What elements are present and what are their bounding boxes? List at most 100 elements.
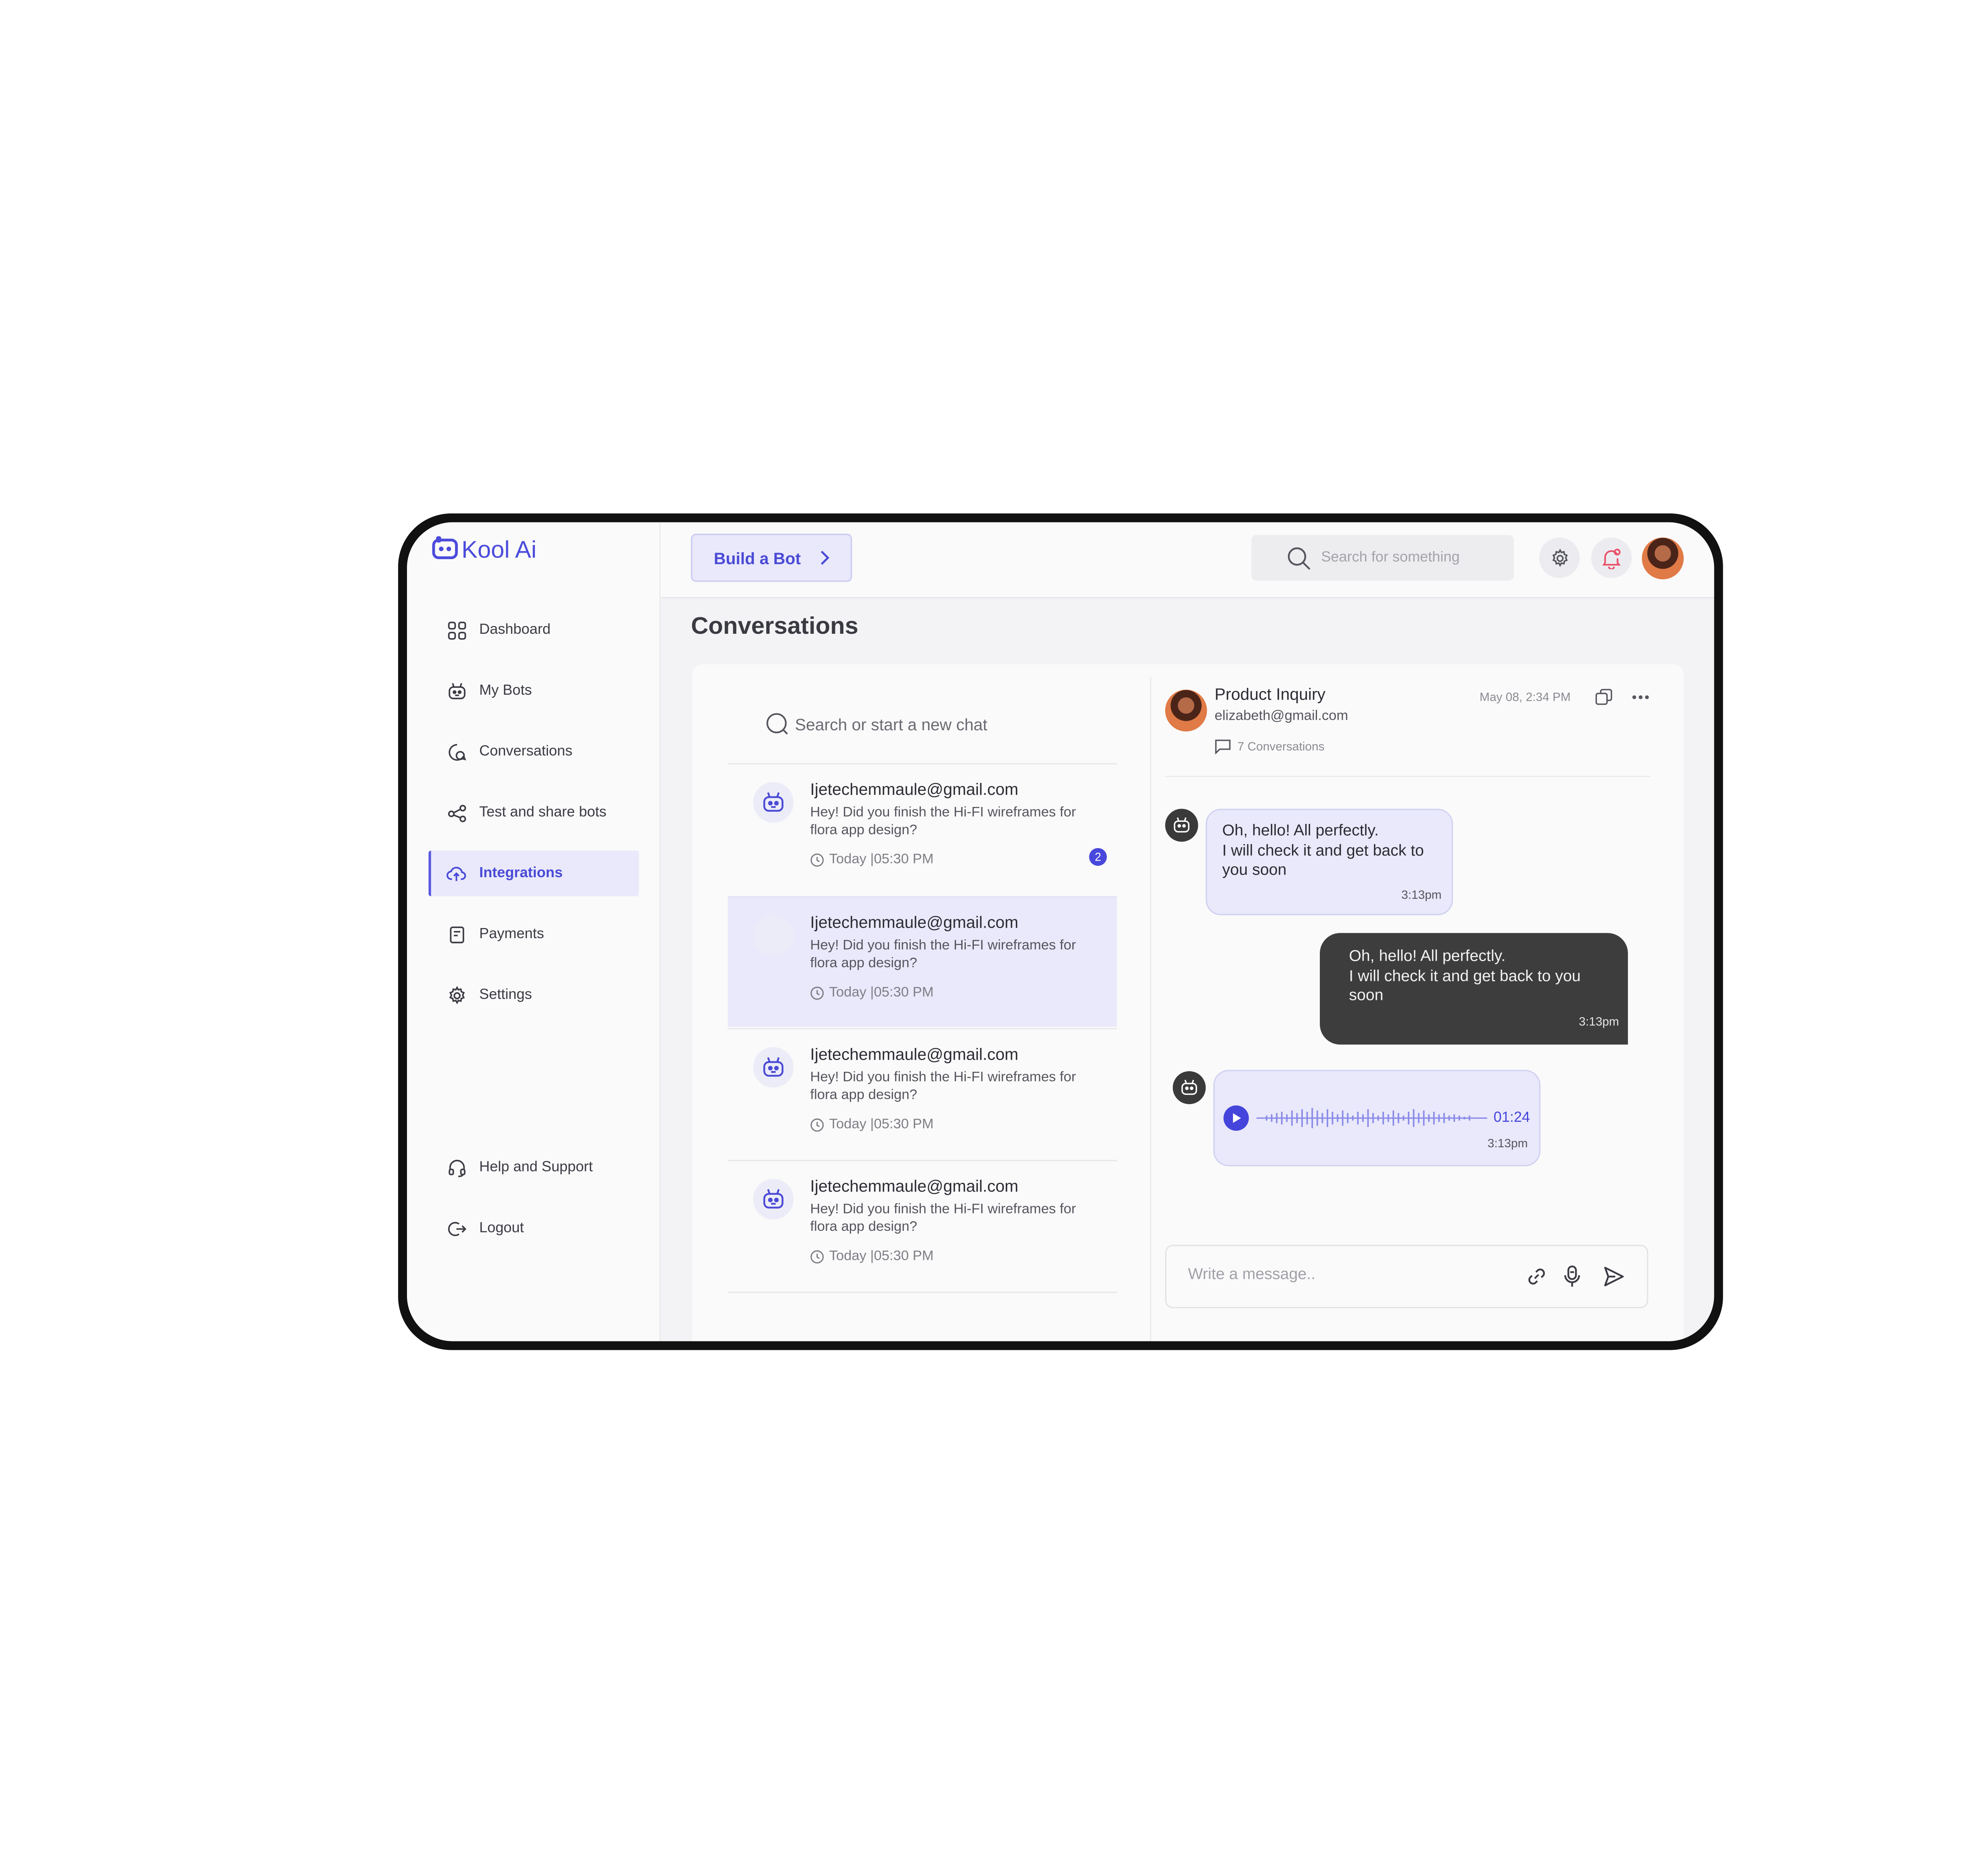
audio-message-bubble: 01:24 3:13pm (1213, 1070, 1541, 1167)
bot-avatar (753, 782, 794, 823)
play-button[interactable] (1223, 1105, 1249, 1131)
audio-duration: 01:24 (1493, 1110, 1530, 1126)
gear-icon (446, 985, 466, 1005)
sidebar-item-my-bots[interactable]: My Bots (428, 668, 636, 714)
bot-icon (1173, 816, 1191, 834)
sidebar-item-label: Test and share bots (479, 805, 607, 820)
clock-icon (810, 986, 824, 1000)
sidebar-item-payments[interactable]: Payments (428, 912, 636, 957)
chat-date: May 08, 2:34 PM (1479, 691, 1571, 705)
profile-avatar[interactable] (1642, 537, 1684, 580)
bot-avatar (753, 1179, 794, 1220)
sidebar-item-label: My Bots (479, 683, 532, 699)
share-icon (446, 803, 466, 823)
gear-icon (1550, 548, 1569, 567)
conversation-time-text: Today |05:30 PM (829, 1117, 934, 1132)
sidebar-item-conversations[interactable]: Conversations (428, 729, 636, 775)
conversations-card: Search or start a new chat Ijetechemmaul… (692, 664, 1684, 1341)
search-icon (1287, 546, 1311, 570)
message-input[interactable] (1185, 1264, 1483, 1285)
message-bubble-user: Oh, hello! All perfectly. I will check i… (1320, 933, 1628, 1045)
bot-avatar (1165, 809, 1198, 842)
chevron-right-icon (818, 550, 829, 566)
sidebar-item-dashboard[interactable]: Dashboard (428, 607, 636, 653)
page-title: Conversations (691, 613, 858, 640)
cloud-icon (446, 863, 466, 884)
top-search-placeholder: Search for something (1321, 550, 1460, 566)
sidebar-item-test-share[interactable]: Test and share bots (428, 790, 636, 835)
microphone-icon[interactable] (1562, 1265, 1582, 1288)
comment-icon (1214, 739, 1231, 754)
clock-icon (810, 1249, 824, 1264)
chat-search-input[interactable]: Search or start a new chat (766, 712, 988, 736)
grid-icon (446, 620, 466, 640)
audio-waveform[interactable] (1256, 1106, 1487, 1129)
sidebar-item-label: Conversations (479, 744, 572, 760)
bot-icon (762, 1188, 785, 1211)
chat-email: elizabeth@gmail.com (1214, 708, 1348, 724)
message-time: 3:13pm (1579, 1014, 1619, 1029)
message-composer (1165, 1245, 1648, 1308)
bell-icon (1601, 547, 1621, 569)
sidebar-item-label: Integrations (479, 865, 563, 881)
conversation-item[interactable]: Ijetechemmaule@gmail.com Hey! Did you fi… (728, 763, 1117, 893)
conversation-time: Today |05:30 PM (810, 852, 934, 867)
bot-icon (762, 791, 785, 814)
conversation-email: Ijetechemmaule@gmail.com (810, 1176, 1019, 1196)
top-bar: Build a Bot Search for something (661, 522, 1714, 599)
sidebar-item-logout[interactable]: Logout (428, 1205, 636, 1251)
app-screen: Kool Ai Dashboard My Bots Conversations … (407, 522, 1714, 1341)
send-icon[interactable] (1602, 1265, 1625, 1288)
conversation-preview: Hey! Did you finish the Hi-FI wireframes… (810, 938, 1076, 971)
conversation-time-text: Today |05:30 PM (829, 985, 934, 1000)
logout-icon (446, 1218, 466, 1238)
chat-search-placeholder: Search or start a new chat (795, 714, 988, 733)
logo-bot-icon (431, 534, 459, 569)
sidebar: Kool Ai Dashboard My Bots Conversations … (407, 522, 661, 1341)
play-icon (1230, 1112, 1242, 1124)
sidebar-item-help[interactable]: Help and Support (428, 1145, 636, 1190)
sidebar-item-label: Dashboard (479, 622, 551, 638)
chat-icon (446, 742, 466, 762)
more-icon[interactable] (1632, 688, 1650, 706)
sidebar-item-label: Settings (479, 987, 532, 1003)
link-icon[interactable] (1525, 1265, 1548, 1288)
receipt-icon (446, 924, 466, 944)
message-time: 3:13pm (1401, 888, 1442, 902)
logo[interactable]: Kool Ai (431, 534, 537, 569)
bot-icon (762, 1056, 785, 1079)
settings-button[interactable] (1539, 537, 1580, 578)
bot-icon (1181, 1079, 1198, 1096)
chat-conversations-count: 7 Conversations (1214, 739, 1325, 754)
message-text: Oh, hello! All perfectly. I will check i… (1349, 947, 1581, 1004)
top-search-input[interactable]: Search for something (1251, 535, 1514, 581)
sidebar-item-settings[interactable]: Settings (428, 972, 636, 1018)
message-bubble-bot: Oh, hello! All perfectly. I will check i… (1206, 809, 1453, 916)
sidebar-item-label: Help and Support (479, 1160, 593, 1176)
conversation-time-text: Today |05:30 PM (829, 852, 934, 867)
conversation-time: Today |05:30 PM (810, 1249, 934, 1264)
conversation-email: Ijetechemmaule@gmail.com (810, 780, 1019, 799)
clock-icon (810, 853, 824, 867)
sidebar-item-integrations[interactable]: Integrations (428, 851, 639, 897)
notifications-button[interactable] (1591, 537, 1632, 578)
conversation-item[interactable]: Ijetechemmaule@gmail.com Hey! Did you fi… (728, 1028, 1117, 1159)
chat-user-avatar (1165, 689, 1207, 731)
copy-icon[interactable] (1595, 688, 1613, 706)
chat-header-divider (1165, 775, 1651, 777)
conversation-time-text: Today |05:30 PM (829, 1249, 934, 1264)
search-icon (766, 712, 789, 736)
message-text: Oh, hello! All perfectly. I will check i… (1222, 821, 1424, 879)
conversation-email: Ijetechemmaule@gmail.com (810, 1044, 1019, 1064)
conversation-item[interactable]: Ijetechemmaule@gmail.com Hey! Did you fi… (728, 896, 1117, 1027)
chat-count-text: 7 Conversations (1237, 740, 1325, 754)
panel-divider (1150, 677, 1151, 1341)
build-bot-button[interactable]: Build a Bot (691, 534, 852, 582)
headset-icon (446, 1157, 466, 1178)
message-time: 3:13pm (1487, 1136, 1528, 1150)
conversation-preview: Hey! Did you finish the Hi-FI wireframes… (810, 805, 1076, 838)
conversation-item[interactable]: Ijetechemmaule@gmail.com Hey! Did you fi… (728, 1160, 1117, 1293)
app-name: Kool Ai (461, 537, 537, 564)
conversation-email: Ijetechemmaule@gmail.com (810, 913, 1019, 932)
bot-icon (446, 681, 466, 701)
